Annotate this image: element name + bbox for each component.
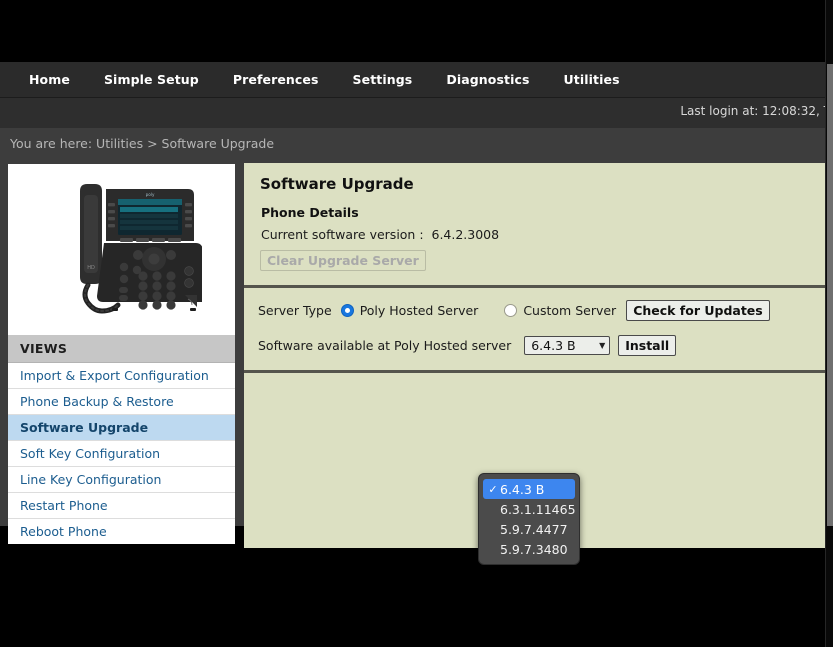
vertical-scrollbar[interactable] bbox=[825, 0, 833, 647]
last-login-text: Last login at: 12:08:32, T bbox=[680, 104, 831, 118]
sidebar-item-software-upgrade[interactable]: Software Upgrade bbox=[8, 415, 235, 441]
nav-item-list: Home Simple Setup Preferences Settings D… bbox=[0, 62, 833, 97]
version-select[interactable]: 6.4.3 B ▼ bbox=[524, 336, 611, 355]
current-software-version-row: Current software version : 6.4.2.3008 bbox=[261, 227, 812, 242]
sidebar-item-line-key-configuration[interactable]: Line Key Configuration bbox=[8, 467, 235, 493]
server-type-row: Server Type Poly Hosted Server Custom Se… bbox=[258, 300, 812, 321]
version-select-value: 6.4.3 B bbox=[531, 338, 576, 353]
software-available-label: Software available at Poly Hosted server bbox=[258, 338, 512, 353]
nav-item-utilities[interactable]: Utilities bbox=[547, 62, 637, 97]
body-area: HD poly VIEWS Import & Export Configurat… bbox=[0, 160, 833, 565]
phone-details-panel: Software Upgrade Phone Details Current s… bbox=[244, 163, 826, 288]
install-button[interactable]: Install bbox=[618, 335, 677, 356]
nav-item-home[interactable]: Home bbox=[12, 62, 87, 97]
sidebar: HD poly VIEWS Import & Export Configurat… bbox=[8, 164, 235, 544]
nav-item-preferences[interactable]: Preferences bbox=[216, 62, 336, 97]
server-type-label: Server Type bbox=[258, 303, 332, 318]
check-icon: ✓ bbox=[488, 482, 498, 496]
clear-upgrade-server-button: Clear Upgrade Server bbox=[260, 250, 426, 271]
scrollbar-thumb[interactable] bbox=[827, 64, 833, 526]
main-navigation-bar: Home Simple Setup Preferences Settings D… bbox=[0, 62, 833, 98]
svg-text:HD: HD bbox=[87, 265, 95, 271]
phone-product-image: HD poly bbox=[8, 164, 235, 335]
check-icon-placeholder: ✓ bbox=[486, 503, 500, 516]
session-info-bar: Last login at: 12:08:32, T bbox=[0, 98, 833, 128]
breadcrumb: You are here: Utilities > Software Upgra… bbox=[10, 136, 275, 151]
version-dropdown-menu[interactable]: ✓ 6.4.3 B ✓ 6.3.1.11465 ✓ 5.9.7.4477 ✓ 5… bbox=[478, 473, 580, 565]
software-available-row: Software available at Poly Hosted server… bbox=[258, 335, 812, 356]
chevron-down-icon: ▼ bbox=[599, 340, 606, 350]
svg-text:poly: poly bbox=[145, 192, 154, 197]
version-option-1[interactable]: ✓ 6.3.1.11465 bbox=[483, 499, 576, 519]
sidebar-item-phone-backup-restore[interactable]: Phone Backup & Restore bbox=[8, 389, 235, 415]
sidebar-item-reboot-phone[interactable]: Reboot Phone bbox=[8, 519, 235, 544]
nav-item-diagnostics[interactable]: Diagnostics bbox=[429, 62, 546, 97]
version-option-3[interactable]: ✓ 5.9.7.3480 bbox=[483, 539, 575, 559]
sidebar-item-import-export-configuration[interactable]: Import & Export Configuration bbox=[8, 363, 235, 389]
version-option-3-label: 5.9.7.3480 bbox=[500, 541, 568, 557]
version-option-0[interactable]: ✓ 6.4.3 B bbox=[483, 479, 575, 499]
check-for-updates-button[interactable]: Check for Updates bbox=[626, 300, 770, 321]
current-software-version-value: 6.4.2.3008 bbox=[431, 227, 500, 242]
version-option-1-label: 6.3.1.11465 bbox=[500, 501, 576, 517]
version-option-2-label: 5.9.7.4477 bbox=[500, 521, 568, 537]
server-settings-panel: Server Type Poly Hosted Server Custom Se… bbox=[244, 288, 826, 373]
nav-item-settings[interactable]: Settings bbox=[336, 62, 430, 97]
phone-details-heading: Phone Details bbox=[261, 205, 359, 220]
version-select-wrapper: 6.4.3 B ▼ bbox=[524, 336, 611, 355]
browser-page: Home Simple Setup Preferences Settings D… bbox=[0, 0, 833, 647]
version-option-2[interactable]: ✓ 5.9.7.4477 bbox=[483, 519, 575, 539]
radio-label-poly-hosted-server[interactable]: Poly Hosted Server bbox=[360, 303, 479, 318]
page-title: Software Upgrade bbox=[260, 175, 414, 193]
top-blank-area bbox=[0, 0, 833, 62]
check-icon-placeholder: ✓ bbox=[486, 523, 500, 536]
nav-item-simple-setup[interactable]: Simple Setup bbox=[87, 62, 216, 97]
breadcrumb-bar: You are here: Utilities > Software Upgra… bbox=[0, 128, 833, 160]
sidebar-header: VIEWS bbox=[8, 335, 235, 363]
radio-label-custom-server[interactable]: Custom Server bbox=[523, 303, 616, 318]
radio-custom-server[interactable] bbox=[504, 304, 518, 317]
sidebar-item-restart-phone[interactable]: Restart Phone bbox=[8, 493, 235, 519]
sidebar-item-list: Import & Export Configuration Phone Back… bbox=[8, 363, 235, 544]
check-icon-placeholder: ✓ bbox=[486, 543, 500, 556]
sidebar-item-soft-key-configuration[interactable]: Soft Key Configuration bbox=[8, 441, 235, 467]
poly-vvx-phone-illustration: HD poly bbox=[79, 183, 202, 314]
radio-poly-hosted-server[interactable] bbox=[340, 304, 354, 317]
current-software-version-label: Current software version : bbox=[261, 227, 424, 242]
version-option-0-label: 6.4.3 B bbox=[500, 481, 545, 497]
